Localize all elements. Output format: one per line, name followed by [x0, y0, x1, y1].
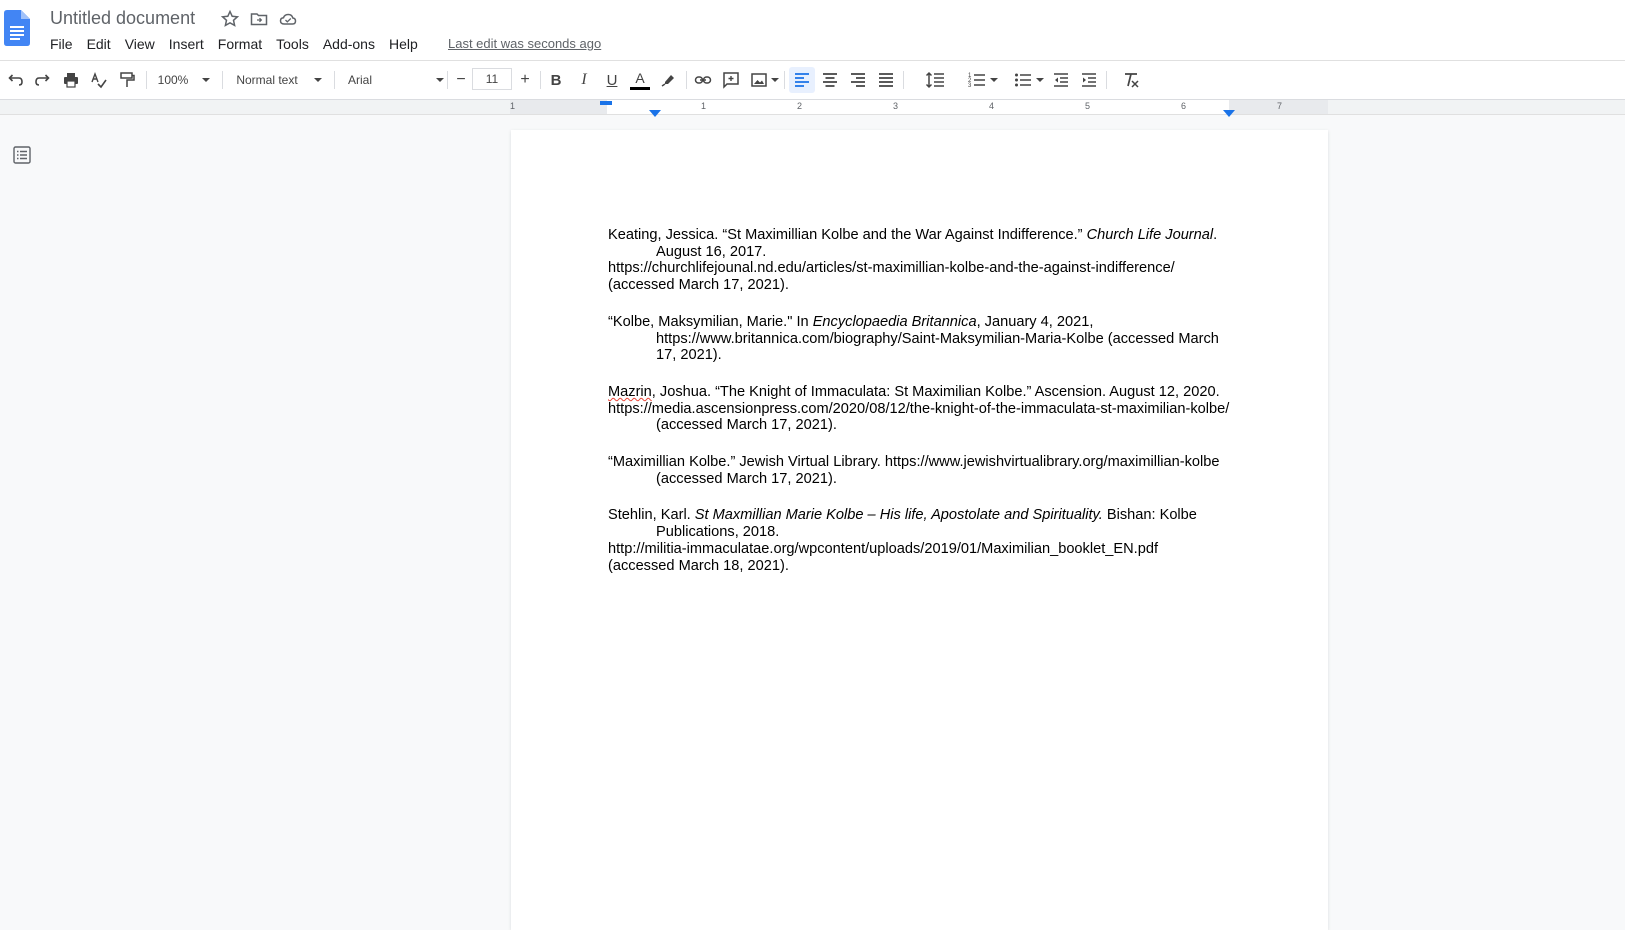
ref-url: https://churchlifejounal.nd.edu/articles…	[608, 260, 1175, 277]
ruler-number: 3	[893, 101, 899, 111]
numbered-list-icon[interactable]: 123	[964, 67, 1002, 93]
ruler-number: 6	[1181, 101, 1187, 111]
font-dropdown[interactable]: Arial	[344, 67, 444, 93]
ref-url: http://militia-immaculatae.org/wpcontent…	[608, 540, 1158, 557]
star-icon[interactable]	[220, 9, 240, 29]
zoom-dropdown[interactable]: 100%	[152, 67, 216, 93]
right-indent-marker[interactable]	[1223, 105, 1235, 123]
ref-italic-text: St Maxmillian Marie Kolbe – His life, Ap…	[694, 507, 1103, 524]
toolbar: 100% Normal text Arial − 11 + B I U A 1 …	[0, 61, 1625, 100]
ruler-number: 1	[701, 101, 707, 111]
document-body[interactable]: Keating, Jessica. “St Maximillian Kolbe …	[608, 227, 1238, 594]
reference-entry: Stehlin, Karl. St Maxmillian Marie Kolbe…	[608, 507, 1238, 574]
justify-icon[interactable]	[875, 67, 897, 93]
menu-tools[interactable]: Tools	[269, 34, 316, 54]
font-size-input[interactable]: 11	[472, 68, 512, 90]
bulleted-list-icon[interactable]	[1010, 67, 1048, 93]
reference-entry: “Kolbe, Maksymilian, Marie." In Encyclop…	[608, 314, 1238, 364]
menu-add-ons[interactable]: Add-ons	[316, 34, 382, 54]
spellcheck-icon[interactable]	[88, 67, 110, 93]
document-outline-icon[interactable]	[12, 145, 32, 170]
menu-format[interactable]: Format	[211, 34, 269, 54]
reference-entry: “Maximillian Kolbe.” Jewish Virtual Libr…	[608, 454, 1238, 487]
header: Untitled document File Edit View Insert …	[0, 0, 1625, 61]
ref-italic-text: Encyclopaedia Britannica	[812, 313, 977, 330]
line-spacing-icon[interactable]	[924, 67, 946, 93]
italic-button[interactable]: I	[573, 67, 595, 93]
style-value: Normal text	[236, 73, 298, 87]
reference-entry: Keating, Jessica. “St Maximillian Kolbe …	[608, 227, 1238, 294]
ruler-bar: 1 1 2 3 4 5 6 7	[0, 100, 1625, 117]
text-color-button[interactable]: A	[629, 67, 651, 93]
menu-file[interactable]: File	[43, 34, 80, 54]
zoom-value: 100%	[157, 73, 189, 87]
highlight-color-icon[interactable]	[658, 67, 680, 93]
ref-url: https://media.ascensionpress.com/2020/08…	[608, 400, 1230, 434]
decrease-indent-icon[interactable]	[1050, 67, 1072, 93]
chevron-down-icon	[313, 78, 322, 82]
ruler-number: 4	[989, 101, 995, 111]
chevron-down-icon	[770, 78, 779, 82]
chevron-down-icon	[436, 78, 444, 82]
ref-text: “Maximillian Kolbe.” Jewish Virtual Libr…	[608, 454, 1220, 487]
align-center-icon[interactable]	[819, 67, 841, 93]
menu-edit[interactable]: Edit	[80, 34, 118, 54]
spelling-error-word[interactable]: Mazrin	[608, 384, 652, 400]
align-left-icon[interactable]	[789, 67, 815, 93]
redo-icon[interactable]	[32, 67, 54, 93]
last-edit-link[interactable]: Last edit was seconds ago	[448, 36, 601, 51]
insert-image-icon[interactable]	[748, 67, 780, 93]
menu-help[interactable]: Help	[382, 34, 425, 54]
ref-text: (accessed March 18, 2021).	[608, 557, 789, 574]
ref-text: Keating, Jessica. “St Maximillian Kolbe …	[608, 227, 1087, 243]
chevron-down-icon	[202, 78, 211, 82]
text-color-swatch	[630, 86, 650, 90]
ref-text: , January 4, 2021,	[976, 313, 1094, 330]
ref-url: https://www.britannica.com/biography/Sai…	[656, 330, 1219, 364]
ruler-number: 5	[1085, 101, 1091, 111]
ref-text: “Kolbe, Maksymilian, Marie." In	[608, 313, 813, 330]
clear-formatting-icon[interactable]	[1120, 67, 1142, 93]
menu-insert[interactable]: Insert	[162, 34, 211, 54]
increase-font-size-button[interactable]: +	[514, 67, 536, 93]
first-line-indent-marker[interactable]	[600, 101, 612, 105]
menu-view[interactable]: View	[118, 34, 162, 54]
ruler-number: 7	[1277, 101, 1283, 111]
document-title[interactable]: Untitled document	[50, 8, 195, 29]
move-folder-icon[interactable]	[249, 9, 269, 29]
decrease-font-size-button[interactable]: −	[450, 67, 472, 93]
print-icon[interactable]	[60, 67, 82, 93]
font-value: Arial	[348, 73, 373, 87]
style-dropdown[interactable]: Normal text	[228, 67, 330, 93]
text-color-label: A	[635, 69, 645, 86]
menu-bar: File Edit View Insert Format Tools Add-o…	[43, 34, 425, 54]
docs-logo-icon[interactable]	[4, 10, 30, 51]
document-page[interactable]: Keating, Jessica. “St Maximillian Kolbe …	[511, 130, 1328, 930]
cloud-status-icon[interactable]	[278, 9, 298, 29]
undo-icon[interactable]	[4, 67, 26, 93]
add-comment-icon[interactable]	[720, 67, 742, 93]
chevron-down-icon	[1036, 78, 1044, 82]
reference-entry: Mazrin, Joshua. “The Knight of Immaculat…	[608, 384, 1238, 434]
left-indent-marker[interactable]	[649, 105, 661, 123]
bold-button[interactable]: B	[545, 67, 567, 93]
svg-text:3: 3	[968, 83, 972, 89]
increase-indent-icon[interactable]	[1078, 67, 1100, 93]
horizontal-ruler[interactable]: 1 1 2 3 4 5 6 7	[510, 100, 1328, 117]
ruler-number: 2	[797, 101, 803, 111]
ref-text: , Joshua. “The Knight of Immaculata: St …	[651, 383, 1220, 400]
insert-link-icon[interactable]	[692, 67, 714, 93]
ref-text: Stehlin, Karl.	[608, 507, 695, 524]
align-right-icon[interactable]	[847, 67, 869, 93]
chevron-down-icon	[990, 78, 998, 82]
ruler-number: 1	[510, 101, 516, 111]
paint-format-icon[interactable]	[116, 67, 138, 93]
ruler-left-margin	[510, 100, 607, 114]
underline-button[interactable]: U	[601, 67, 623, 93]
ref-italic-text: Church Life Journal	[1086, 227, 1214, 243]
ref-text: (accessed March 17, 2021).	[608, 277, 789, 294]
